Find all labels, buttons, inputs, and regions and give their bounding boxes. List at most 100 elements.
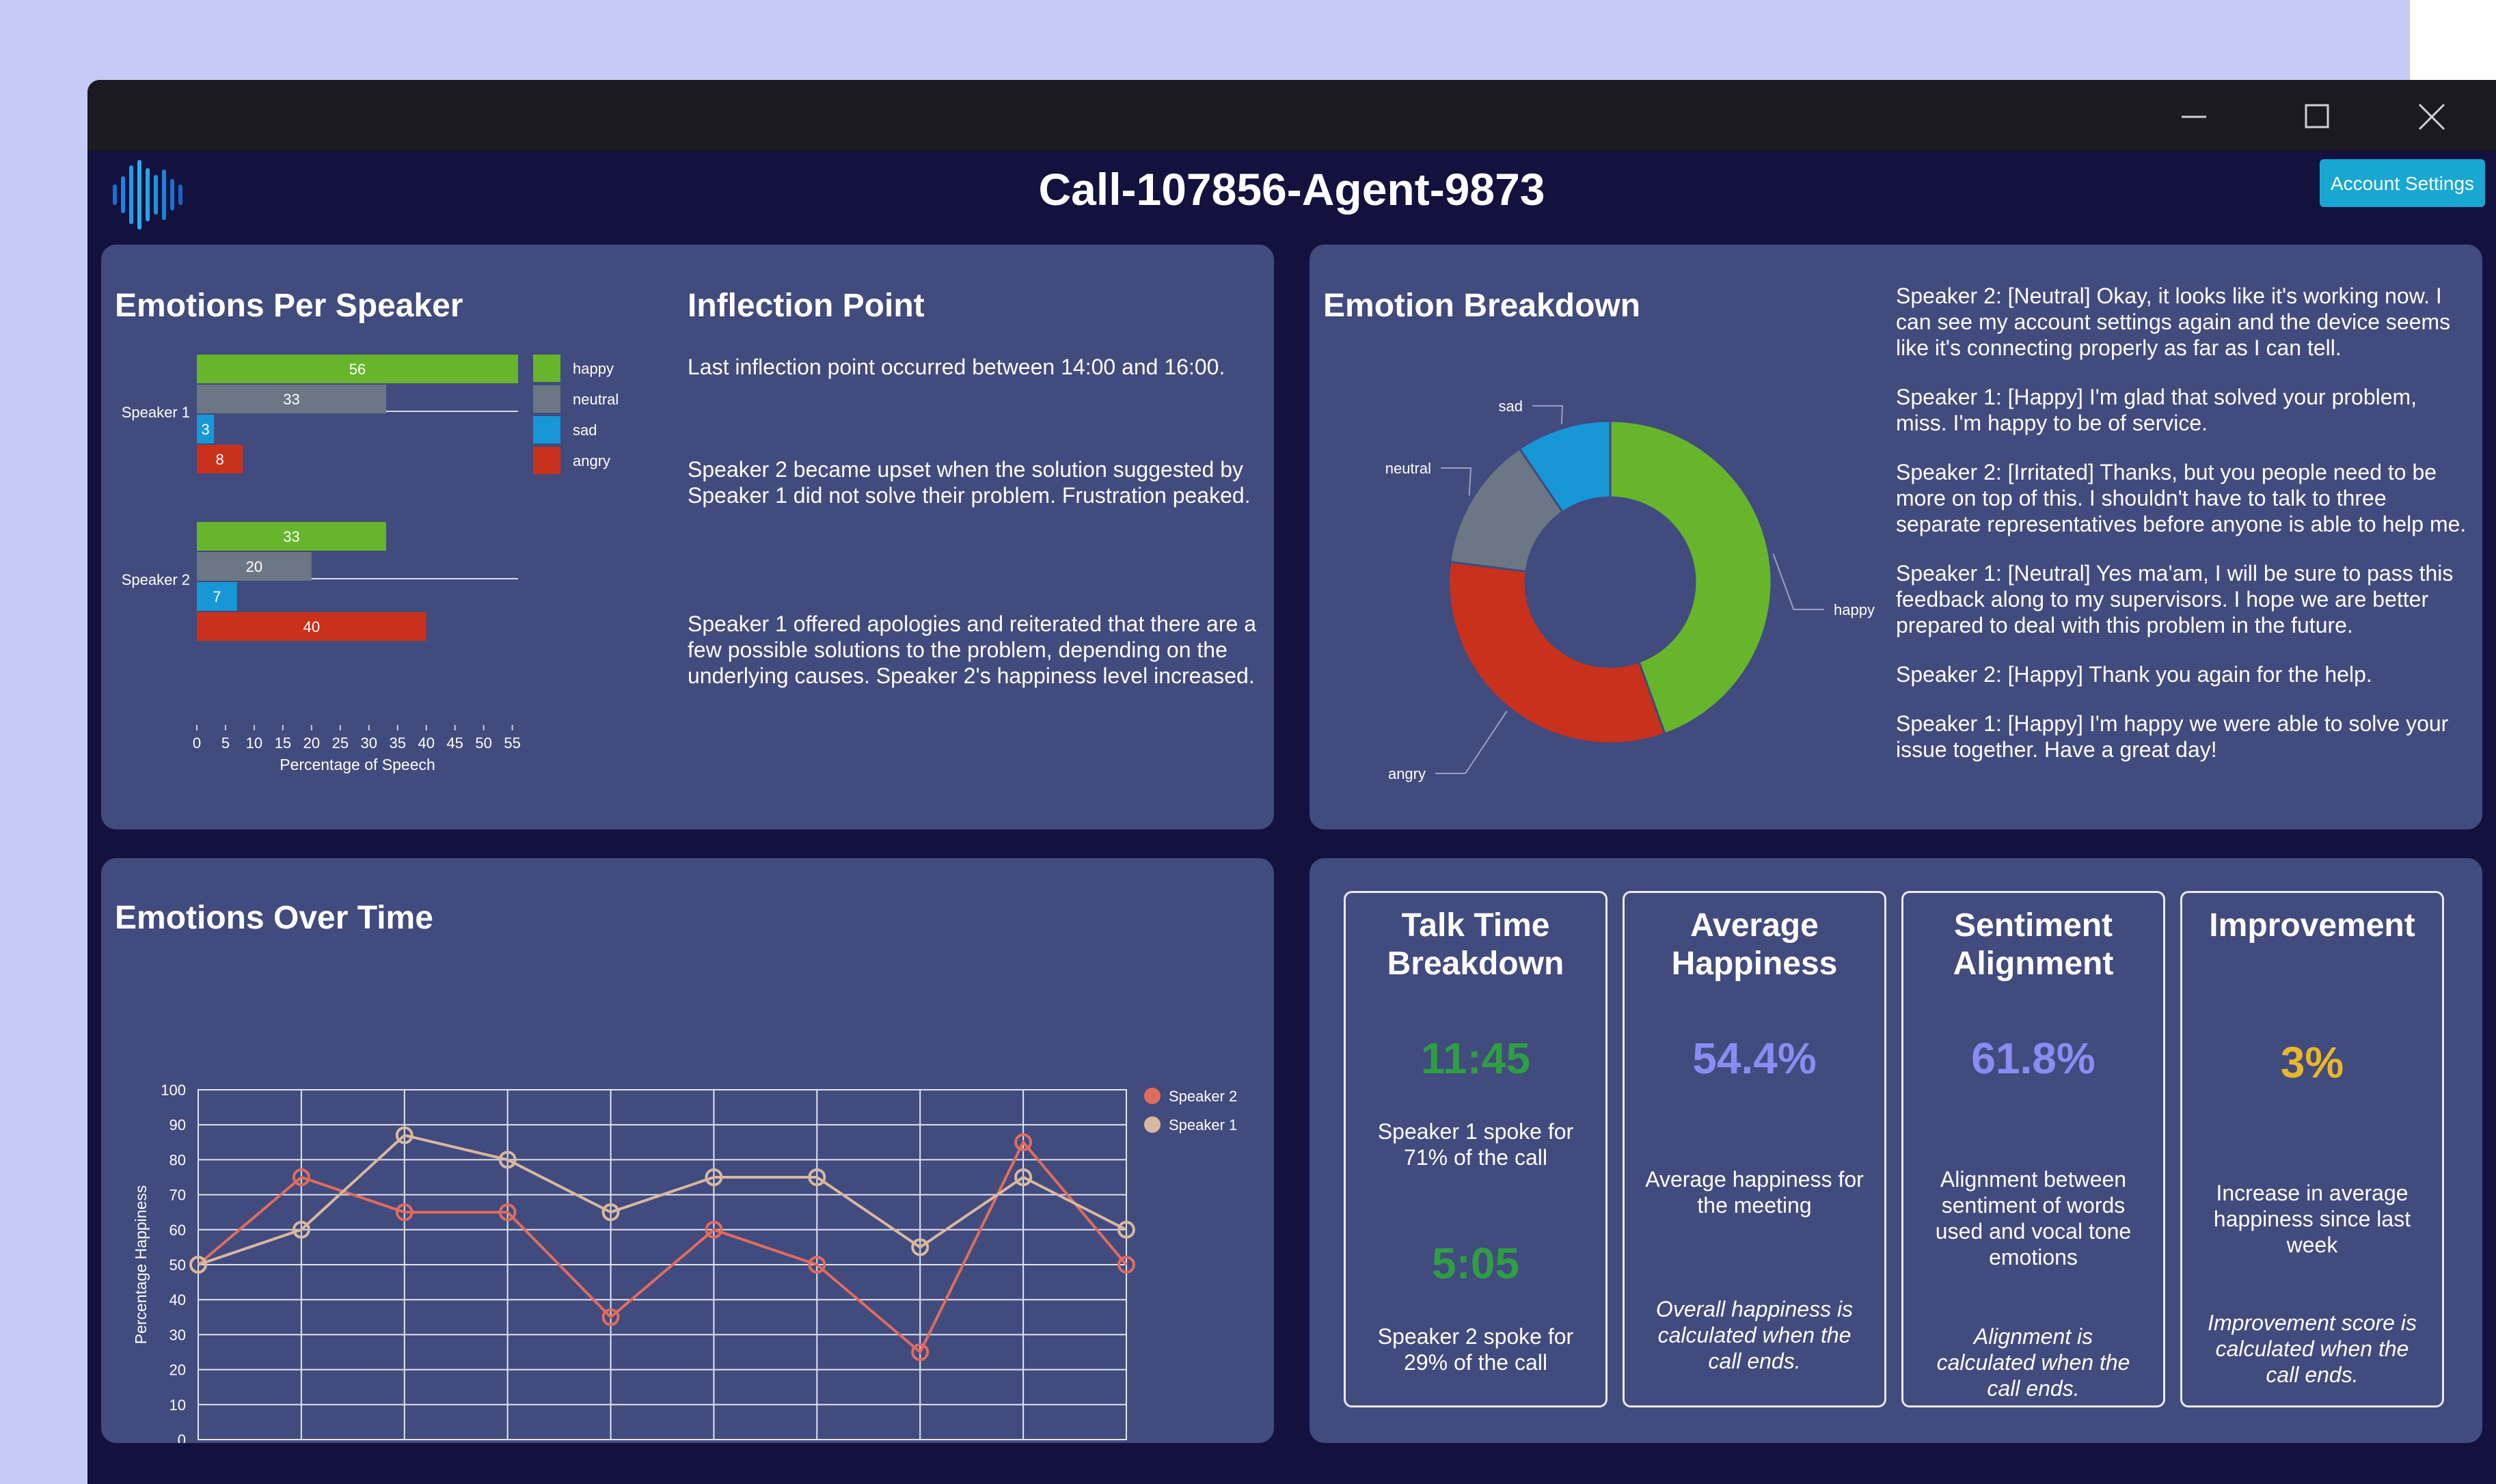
bar-value-label: 20 xyxy=(246,558,262,575)
x-tick-label: 45 xyxy=(446,734,463,752)
y-tick-label: 20 xyxy=(169,1362,186,1379)
legend-label: sad xyxy=(573,422,597,439)
emotion-breakdown-title: Emotion Breakdown xyxy=(1323,288,1641,324)
background-window xyxy=(0,0,2410,82)
y-tick-label: 50 xyxy=(169,1256,186,1274)
page-title: Call-107856-Agent-9873 xyxy=(1038,164,1545,215)
talk-time-speaker1-value: 11:45 xyxy=(1420,1034,1531,1083)
emotions-over-time-title: Emotions Over Time xyxy=(115,900,433,936)
y-tick-label: 60 xyxy=(169,1222,186,1239)
emotions-over-time-card: Emotions Over Time 0 10 20 30 40 50 60 70 80 90 10… xyxy=(101,858,1274,1443)
sentiment-alignment-text: Alignment between sentiment of words use… xyxy=(1935,1167,2132,1269)
speaker-category-label: Speaker 1 xyxy=(122,404,190,421)
donut-leader-line xyxy=(1532,405,1564,424)
x-tick-label: 30 xyxy=(361,734,377,752)
y-tick-label: 10 xyxy=(169,1397,186,1414)
y-axis-label: Percentage Happiness xyxy=(132,1185,150,1345)
minimize-icon[interactable] xyxy=(2173,100,2214,133)
transcript-line: Speaker 2: [Neutral] Okay, it looks like… xyxy=(1896,284,2451,360)
transcript-line: Speaker 1: [Neutral] Yes ma'am, I will b… xyxy=(1896,561,2454,637)
donut-slice-label: neutral xyxy=(1385,460,1431,477)
y-tick-label: 80 xyxy=(169,1151,186,1168)
series-line xyxy=(198,1133,1127,1266)
talk-time-speaker2-text: Speaker 2 spoke for 29% of the call xyxy=(1377,1324,1574,1375)
transcript-panel[interactable]: Speaker 2: [Neutral] Okay, it looks like… xyxy=(1896,283,2470,786)
legend-marker xyxy=(1144,1088,1161,1104)
metrics-card: Talk Time Breakdown 11:45 Speaker 1 spok… xyxy=(1310,858,2482,1443)
average-happiness-note: Overall happiness is calculated when the… xyxy=(1655,1297,1854,1373)
emotion-breakdown-chart: happy angry neutral sad xyxy=(1385,398,1875,782)
legend-swatch xyxy=(533,355,560,382)
donut-slice-label: angry xyxy=(1388,765,1426,782)
improvement-note: Improvement score is calculated when the… xyxy=(2208,1310,2417,1387)
average-happiness-panel: Average Happiness 54.4% Average happines… xyxy=(1623,891,1886,1407)
y-tick-label: 100 xyxy=(161,1082,186,1099)
maximize-icon[interactable] xyxy=(2296,100,2337,133)
improvement-title: Improvement xyxy=(2209,907,2415,944)
series-line xyxy=(197,1140,1128,1355)
legend-label: happy xyxy=(573,360,614,377)
talk-time-speaker2-value: 5:05 xyxy=(1431,1239,1520,1288)
y-tick-label: 40 xyxy=(169,1291,186,1308)
legend-marker xyxy=(1144,1116,1161,1133)
emotions-over-time-chart: 01020304050607080901000:002:004:006:008:… xyxy=(132,1082,1237,1443)
emotion-breakdown-card: Emotion Breakdown happy angry neutral sad S… xyxy=(1310,245,2482,829)
emotions-per-speaker-card: Emotions Per Speaker Speaker 1 56 33 3 8 Spea… xyxy=(101,245,1274,829)
bar-value-label: 8 xyxy=(215,451,223,468)
bar-value-label: 3 xyxy=(201,421,209,438)
inflection-text-3: Speaker 1 offered apologies and reiterat… xyxy=(688,612,1256,688)
transcript-line: Speaker 2: [Irritated] Thanks, but you p… xyxy=(1896,460,2467,536)
x-tick-label: 20 xyxy=(303,734,320,752)
x-axis-label: Percentage of Speech xyxy=(280,756,435,773)
donut-leader-line xyxy=(1441,467,1472,496)
x-tick-label: 25 xyxy=(332,734,349,752)
donut-slice-angry xyxy=(1448,560,1666,745)
speaker-category-label: Speaker 2 xyxy=(122,571,190,588)
x-tick-label: 0 xyxy=(193,734,201,752)
legend-swatch xyxy=(533,385,560,413)
close-icon[interactable] xyxy=(2411,100,2452,133)
bar-value-label: 7 xyxy=(213,588,221,605)
x-tick-label: 50 xyxy=(475,734,491,752)
app-window: Call-107856-Agent-9873 Account Settings … xyxy=(87,80,2496,1484)
legend-label: angry xyxy=(573,452,610,469)
improvement-text: Increase in average happiness since last… xyxy=(2213,1181,2411,1257)
emotions-per-speaker-chart: Speaker 1563338Speaker 233207400 5 10 15 20 2… xyxy=(122,355,619,773)
transcript-line: Speaker 2: [Happy] Thank you again for t… xyxy=(1896,662,2372,687)
sentiment-alignment-value: 61.8% xyxy=(1971,1034,2095,1083)
bar-value-label: 33 xyxy=(283,391,299,408)
bar-value-label: 56 xyxy=(349,361,366,378)
x-tick-label: 10 xyxy=(246,734,262,752)
average-happiness-value: 54.4% xyxy=(1692,1034,1817,1083)
donut-leader-line xyxy=(1435,711,1508,774)
average-happiness-title: Average Happiness xyxy=(1671,907,1838,982)
improvement-panel: Improvement 3% Increase in average happi… xyxy=(2180,891,2444,1407)
y-tick-label: 70 xyxy=(169,1187,186,1204)
legend-label: neutral xyxy=(573,391,619,408)
y-tick-label: 90 xyxy=(169,1116,186,1133)
bar-value-label: 33 xyxy=(283,528,299,545)
inflection-text-2: Speaker 2 became upset when the solution… xyxy=(688,457,1251,508)
legend-label: Speaker 1 xyxy=(1169,1116,1237,1133)
account-settings-button[interactable]: Account Settings xyxy=(2320,159,2485,207)
sentiment-alignment-panel: Sentiment Alignment 61.8% Alignment betw… xyxy=(1901,891,2165,1407)
sentiment-alignment-title: Sentiment Alignment xyxy=(1953,907,2114,982)
x-tick-label: 55 xyxy=(504,734,520,752)
legend-label: Speaker 2 xyxy=(1169,1088,1237,1105)
talk-time-panel: Talk Time Breakdown 11:45 Speaker 1 spok… xyxy=(1344,891,1608,1407)
donut-leader-line xyxy=(1772,553,1824,610)
inflection-text-1: Last inflection point occurred between 1… xyxy=(688,355,1225,379)
donut-slice-label: happy xyxy=(1834,601,1875,618)
legend-swatch xyxy=(533,447,560,474)
y-tick-label: 0 xyxy=(178,1431,186,1443)
x-tick-label: 5 xyxy=(221,734,230,752)
x-tick-label: 15 xyxy=(275,734,291,752)
sentiment-alignment-note: Alignment is calculated when the call en… xyxy=(1936,1324,2130,1401)
average-happiness-text: Average happiness for the meeting xyxy=(1645,1167,1864,1218)
y-tick-label: 30 xyxy=(169,1326,186,1343)
transcript-line: Speaker 1: [Happy] I'm happy we were abl… xyxy=(1896,711,2449,762)
legend-swatch xyxy=(533,416,560,443)
inflection-point-title: Inflection Point xyxy=(688,288,925,324)
donut-slice-label: sad xyxy=(1499,398,1523,415)
bar-value-label: 40 xyxy=(303,618,320,635)
